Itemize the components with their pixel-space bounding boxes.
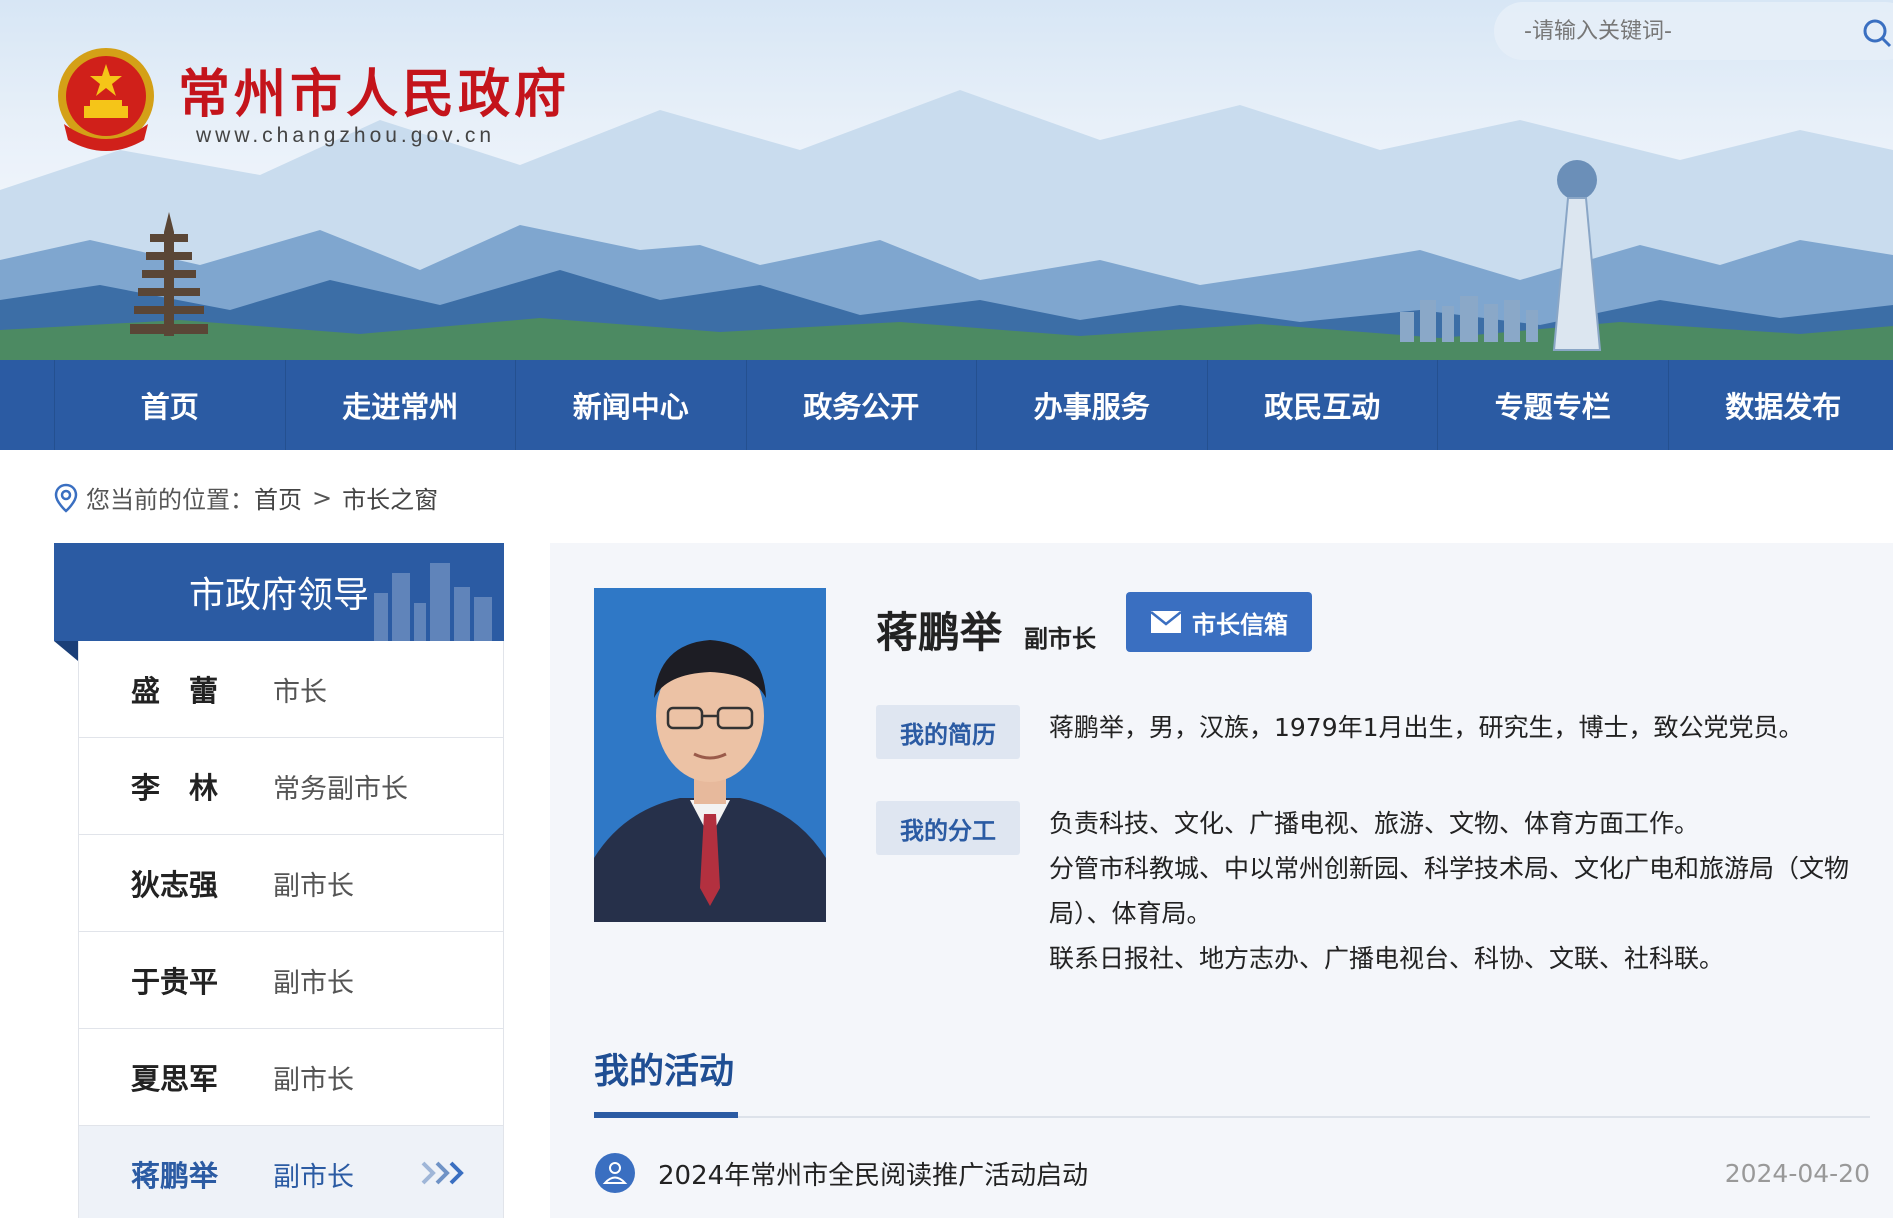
- header-banner: 常州市人民政府 www.changzhou.gov.cn: [0, 0, 1893, 360]
- leader-role: 副市长: [273, 870, 354, 902]
- nav-item-about-changzhou[interactable]: 走进常州: [284, 360, 516, 450]
- activity-title-link[interactable]: 2024年常州市全民阅读推广活动启动: [658, 1155, 1725, 1192]
- site-title: 常州市人民政府: [178, 65, 571, 125]
- nav-item-interaction[interactable]: 政民互动: [1206, 360, 1438, 450]
- site-url: www.changzhou.gov.cn: [196, 124, 496, 147]
- sidebar-header: 市政府领导: [54, 543, 504, 641]
- nav-item-government-affairs[interactable]: 政务公开: [745, 360, 977, 450]
- leader-item[interactable]: 于贵平 副市长: [78, 932, 504, 1029]
- leader-name: 李 林: [131, 771, 219, 805]
- mayor-mailbox-label: 市长信箱: [1192, 611, 1288, 639]
- triple-chevron-right-icon: [421, 1161, 464, 1185]
- breadcrumb-current-link[interactable]: 市长之窗: [342, 480, 438, 515]
- official-name: 蒋鹏举: [876, 608, 1003, 657]
- leader-role: 常务副市长: [273, 773, 408, 805]
- nav-item-news-center[interactable]: 新闻中心: [515, 360, 746, 450]
- profile-panel: 蒋鹏举 副市长 市长信箱 我的简历 蒋鹏举，男，汉族，1979年1月出生，研究生…: [550, 543, 1893, 1218]
- leader-item-active[interactable]: 蒋鹏举 副市长: [78, 1126, 504, 1218]
- activity-bullet-icon: [595, 1153, 635, 1193]
- duty-tag: 我的分工: [876, 801, 1020, 855]
- leader-item[interactable]: 夏思军 副市长: [78, 1029, 504, 1126]
- nav-item-home[interactable]: 首页: [54, 360, 285, 450]
- search-input[interactable]: [1524, 18, 1844, 44]
- leader-role: 副市长: [273, 1161, 354, 1193]
- nav-item-data-release[interactable]: 数据发布: [1667, 360, 1893, 450]
- activity-date: 2024-04-20: [1724, 1158, 1870, 1188]
- nav-item-services[interactable]: 办事服务: [976, 360, 1207, 450]
- leader-role: 副市长: [273, 967, 354, 999]
- location-pin-icon: [54, 483, 78, 513]
- leader-name: 蒋鹏举: [131, 1159, 219, 1193]
- bio-tag: 我的简历: [876, 705, 1020, 759]
- sidebar-fold-decoration: [54, 641, 78, 661]
- activities-heading: 我的活动: [594, 1052, 735, 1092]
- duty-text: 负责科技、文化、广播电视、旅游、文物、体育方面工作。 分管市科教城、中以常州创新…: [1049, 801, 1869, 981]
- bio-paragraph: 蒋鹏举，男，汉族，1979年1月出生，研究生，博士，致公党党员。: [1049, 713, 1804, 742]
- duty-line: 分管市科教城、中以常州创新园、科学技术局、文化广电和旅游局（文物局）、体育局。: [1049, 854, 1850, 928]
- leader-name: 盛 蕾: [131, 674, 219, 708]
- leader-name: 狄志强: [131, 868, 219, 902]
- activities-divider-accent: [594, 1112, 738, 1118]
- sidebar-title: 市政府领导: [188, 575, 369, 616]
- bio-text: 蒋鹏举，男，汉族，1979年1月出生，研究生，博士，致公党党员。: [1049, 705, 1869, 750]
- leader-role: 副市长: [273, 1064, 354, 1096]
- leader-item[interactable]: 盛 蕾 市长: [78, 641, 504, 738]
- nav-item-special-topics[interactable]: 专题专栏: [1437, 360, 1668, 450]
- search-icon[interactable]: [1862, 18, 1892, 48]
- main-nav: 首页 走进常州 新闻中心 政务公开 办事服务 政民互动 专题专栏 数据发布: [0, 360, 1893, 450]
- leader-name: 夏思军: [131, 1062, 219, 1096]
- national-emblem-icon: [58, 48, 154, 151]
- leader-name: 于贵平: [131, 965, 219, 999]
- leader-item[interactable]: 李 林 常务副市长: [78, 738, 504, 835]
- breadcrumb-separator: >: [312, 483, 333, 512]
- official-portrait-image: [594, 588, 826, 922]
- leader-role: 市长: [273, 676, 327, 708]
- breadcrumb-home-link[interactable]: 首页: [254, 480, 302, 515]
- activities-divider: [594, 1116, 1870, 1118]
- leaders-sidebar: 市政府领导 盛 蕾 市长 李 林 常务副市长 狄志强 副市长 于贵平 副市长 夏…: [54, 543, 504, 1218]
- activity-list-item[interactable]: 2024年常州市全民阅读推广活动启动 2024-04-20: [594, 1149, 1870, 1197]
- breadcrumb: 您当前的位置： 首页 > 市长之窗: [54, 480, 438, 515]
- duty-line: 联系日报社、地方志办、广播电视台、科协、文联、社科联。: [1049, 944, 1725, 973]
- envelope-icon: [1150, 611, 1182, 633]
- official-title: 副市长: [1024, 625, 1096, 653]
- leader-item[interactable]: 狄志强 副市长: [78, 835, 504, 932]
- search-box: [1494, 2, 1893, 60]
- duty-line: 负责科技、文化、广播电视、旅游、文物、体育方面工作。: [1049, 809, 1700, 838]
- mayor-mailbox-button[interactable]: 市长信箱: [1126, 592, 1312, 652]
- breadcrumb-prefix: 您当前的位置：: [86, 486, 254, 514]
- leaders-list: 盛 蕾 市长 李 林 常务副市长 狄志强 副市长 于贵平 副市长 夏思军 副市长…: [78, 641, 504, 1218]
